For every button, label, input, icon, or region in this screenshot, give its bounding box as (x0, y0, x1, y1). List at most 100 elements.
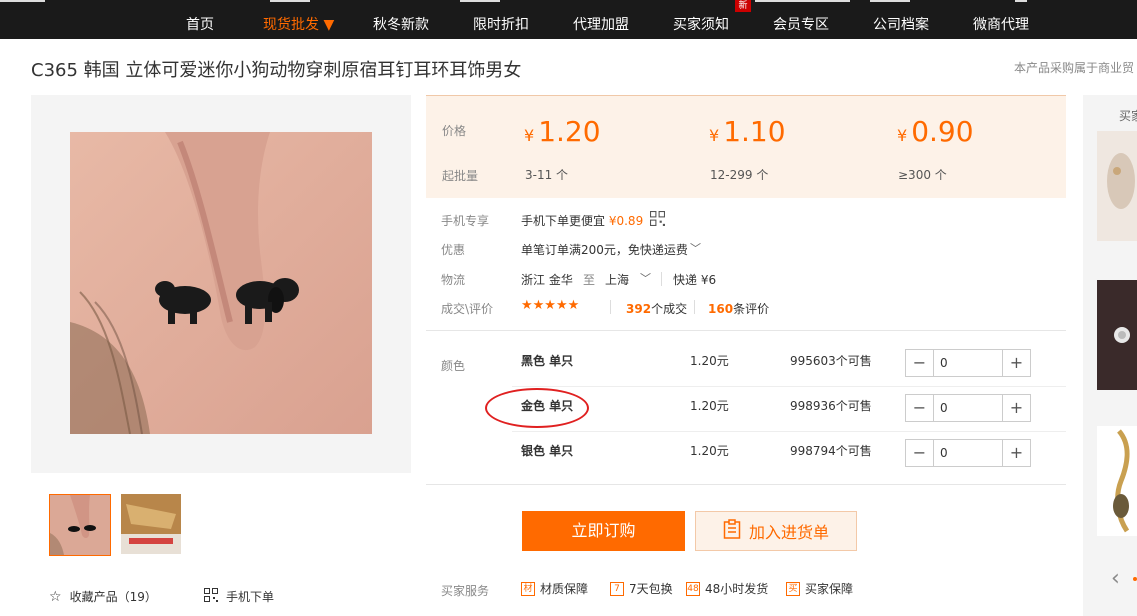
nav-wechat-agent[interactable]: 微商代理 (973, 14, 1029, 34)
nav-strip (870, 0, 910, 2)
price-tier-1: ¥1.20 (524, 115, 601, 148)
reviews-count-link[interactable]: 160条评价 (708, 300, 769, 317)
variant-stock: 998936个可售 (790, 399, 872, 413)
qr-code-icon (204, 588, 218, 605)
service-text: 7天包换 (629, 582, 673, 596)
mobile-exclusive-text: 手机下单更便宜 ¥0.89 (521, 212, 643, 229)
quantity-input[interactable]: 0 (933, 440, 1003, 466)
divider (426, 330, 1066, 331)
mobile-order-link[interactable]: 手机下单 (204, 588, 274, 605)
increase-button[interactable]: + (1003, 440, 1030, 466)
new-badge: 新 (735, 0, 751, 12)
mobile-order-label: 手机下单 (226, 590, 275, 604)
discount-label: 优惠 (441, 243, 466, 257)
seven-day-exchange-icon: 7 (610, 581, 624, 596)
chevron-left-icon[interactable]: ‹ (1111, 566, 1120, 591)
price-value: 1.20 (538, 115, 601, 148)
chevron-down-icon[interactable]: ﹀ (690, 240, 701, 256)
material-guarantee-icon: 材 (521, 581, 535, 596)
carousel-dot[interactable] (1133, 577, 1137, 581)
nav-flash-sale[interactable]: 限时折扣 (473, 14, 529, 34)
nav-home[interactable]: 首页 (186, 14, 214, 34)
variant-price: 1.20元 (690, 354, 729, 368)
recommend-item-2[interactable] (1097, 280, 1137, 390)
quantity-input[interactable]: 0 (933, 350, 1003, 376)
logistics-to-word: 至 (583, 273, 596, 287)
variant-price: 1.20元 (690, 444, 729, 458)
service-text: 48小时发货 (705, 582, 769, 596)
service-text: 买家保障 (805, 582, 854, 596)
color-label: 颜色 (441, 359, 466, 373)
product-image[interactable] (70, 132, 372, 434)
quantity-input[interactable]: 0 (933, 395, 1003, 421)
chevron-down-icon[interactable]: ﹀ (640, 270, 651, 286)
nav-agency[interactable]: 代理加盟 (573, 14, 629, 34)
thumbnail-1[interactable] (49, 494, 111, 556)
nav-strip (755, 0, 850, 2)
service-buyer-protection[interactable]: 买 买家保障 (786, 580, 853, 597)
price-tier-2: ¥1.10 (709, 115, 786, 148)
dropdown-arrow-icon: ▼ (323, 17, 335, 33)
buyer-services-label: 买家服务 (441, 584, 490, 598)
reviews-suffix: 条评价 (733, 302, 770, 316)
increase-button[interactable]: + (1003, 350, 1030, 376)
qr-code-icon[interactable] (650, 211, 665, 229)
deals-count-link[interactable]: 392个成交 (626, 300, 687, 317)
product-title: C365 韩国 立体可爱迷你小狗动物穿刺原宿耳钉耳环耳饰男女 (31, 60, 522, 81)
quantity-stepper: − 0 + (905, 394, 1031, 422)
recommend-item-3[interactable] (1097, 426, 1137, 536)
nav-autumn-winter[interactable]: 秋冬新款 (373, 14, 429, 34)
decrease-button[interactable]: − (906, 395, 933, 421)
service-shipping[interactable]: 48 48小时发货 (686, 580, 768, 597)
shipping-48h-icon: 48 (686, 581, 700, 596)
favorite-link[interactable]: ☆ 收藏产品（19） (49, 588, 157, 605)
nav-wholesale[interactable]: 现货批发 ▼ (263, 14, 334, 34)
decrease-button[interactable]: − (906, 350, 933, 376)
increase-button[interactable]: + (1003, 395, 1030, 421)
price-value: 1.10 (723, 115, 786, 148)
sidebar-title: 买家 (1119, 109, 1137, 123)
quantity-stepper: − 0 + (905, 349, 1031, 377)
divider (426, 484, 1066, 485)
range-tier-1: 3-11 个 (525, 168, 569, 182)
variant-price: 1.20元 (690, 399, 729, 413)
range-tier-3: ≥300 个 (898, 168, 947, 182)
thumbnail-2[interactable] (121, 494, 183, 556)
currency-symbol: ¥ (709, 126, 720, 145)
price-tier-3: ¥0.90 (897, 115, 974, 148)
min-order-label: 起批量 (442, 169, 479, 183)
logistics-destination[interactable]: 上海 (605, 271, 629, 288)
currency-symbol: ¥ (897, 126, 908, 145)
nav-strip (1015, 0, 1027, 2)
service-material[interactable]: 材 材质保障 (521, 580, 588, 597)
price-label: 价格 (442, 124, 467, 138)
variant-stock: 995603个可售 (790, 354, 872, 368)
separator (694, 300, 695, 314)
annotation-circle (485, 388, 589, 428)
nav-wholesale-label: 现货批发 (263, 17, 319, 33)
service-exchange[interactable]: 7 7天包换 (610, 580, 673, 597)
deals-count: 392 (626, 302, 652, 316)
buy-now-button[interactable]: 立即订购 (522, 511, 685, 551)
price-value: 0.90 (911, 115, 974, 148)
logistics-from: 浙江 金华 (521, 273, 573, 287)
range-tier-2: 12-299 个 (710, 168, 769, 182)
currency-symbol: ¥ (524, 126, 535, 145)
deal-review-label: 成交\评价 (441, 302, 494, 316)
deals-suffix: 个成交 (651, 302, 688, 316)
nav-strip (0, 0, 45, 2)
logistics-fee: 快递 ¥6 (673, 273, 717, 287)
nav-buyer-notice[interactable]: 买家须知 (673, 14, 729, 34)
separator (610, 300, 611, 314)
nav-company[interactable]: 公司档案 (873, 14, 929, 34)
nav-members[interactable]: 会员专区 (773, 14, 829, 34)
buyer-protection-icon: 买 (786, 581, 800, 596)
clipboard-icon (723, 519, 741, 543)
add-to-cart-button[interactable]: 加入进货单 (695, 511, 857, 551)
add-to-cart-label: 加入进货单 (748, 523, 829, 542)
variant-name: 银色 单只 (521, 444, 574, 458)
variant-stock: 998794个可售 (790, 444, 872, 458)
nav-strip (270, 0, 310, 2)
recommend-item-1[interactable] (1097, 131, 1137, 241)
decrease-button[interactable]: − (906, 440, 933, 466)
